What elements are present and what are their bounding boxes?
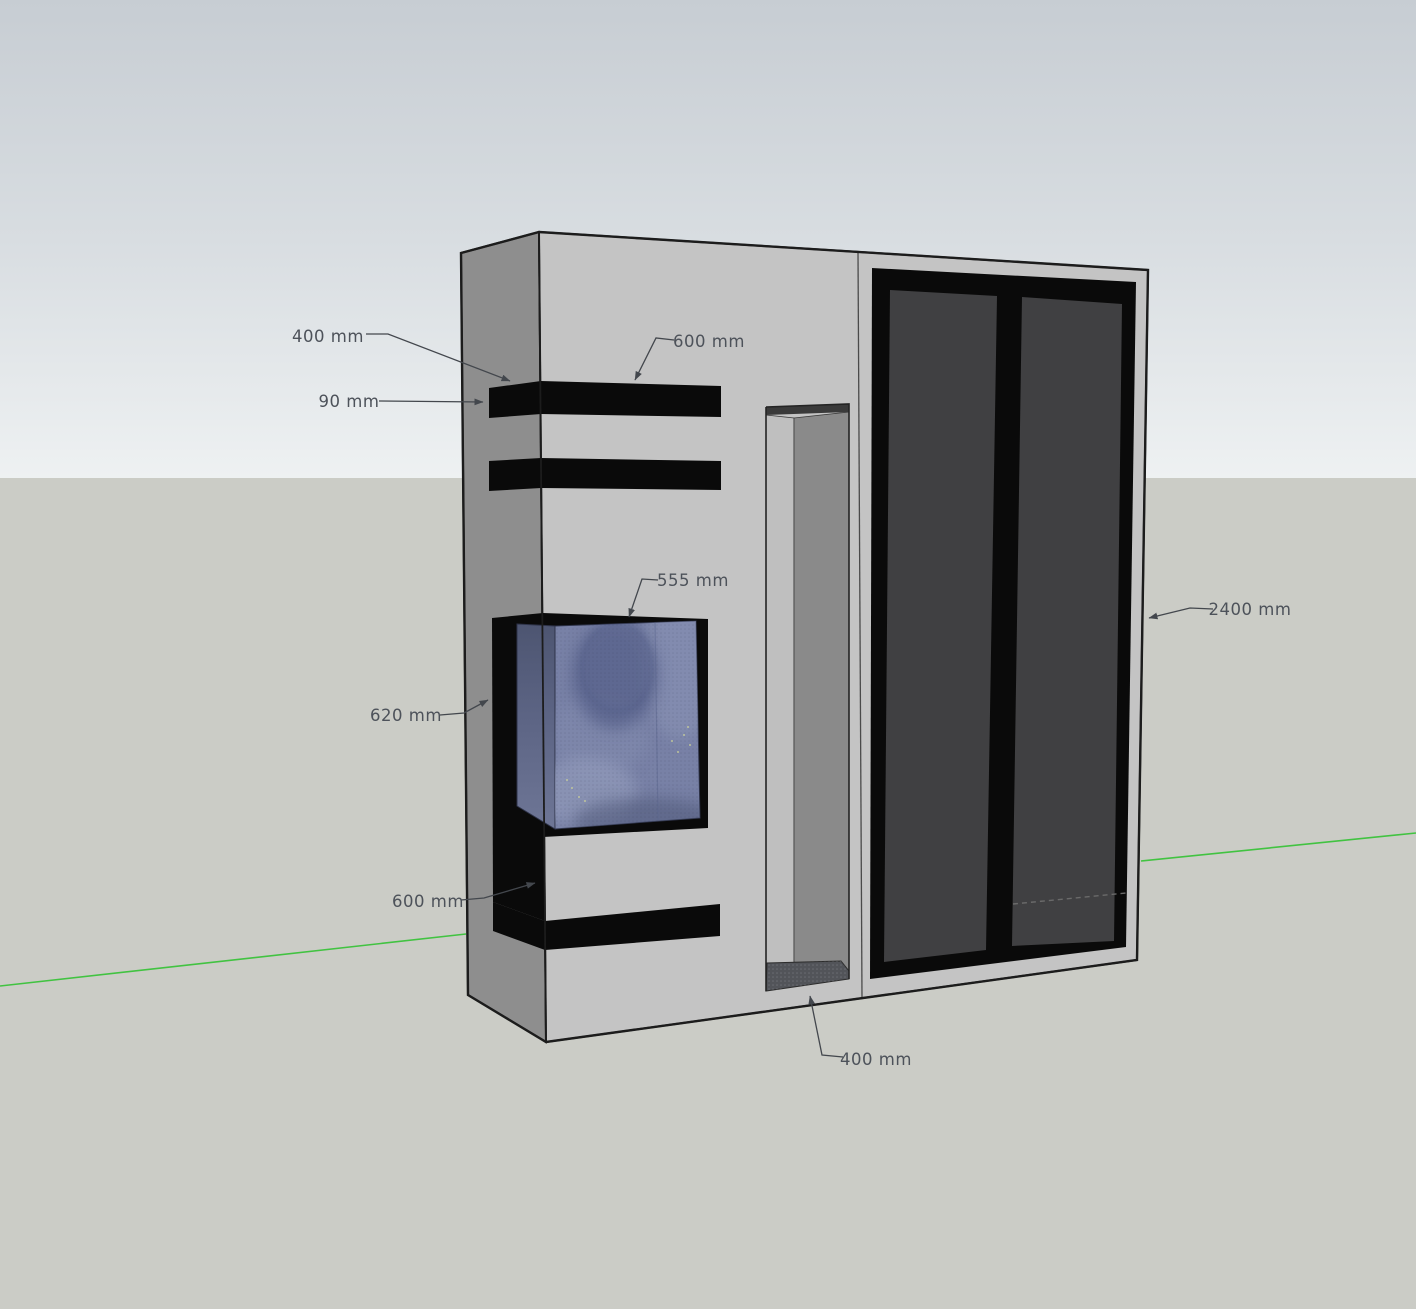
glass-box-reflections <box>533 590 723 846</box>
recess-back-wall[interactable] <box>794 412 849 977</box>
shelf-top[interactable] <box>489 381 721 418</box>
vertical-recess[interactable] <box>766 404 849 991</box>
dimension-label: 620 mm <box>370 706 442 725</box>
dimension-label: 600 mm <box>673 332 745 351</box>
dimension-label: 400 mm <box>840 1050 912 1069</box>
cabinet-unit[interactable] <box>461 232 1148 1042</box>
recess-left-wall[interactable] <box>766 415 794 991</box>
dimension-label: 90 mm <box>319 392 380 411</box>
door-panel-right[interactable] <box>1012 297 1122 946</box>
model-viewport[interactable]: 400 mm 90 mm 600 mm 555 mm 620 mm 2400 m… <box>0 0 1416 1309</box>
dimension-label: 2400 mm <box>1209 600 1292 619</box>
dimension-label: 600 mm <box>392 892 464 911</box>
dimension-label: 555 mm <box>657 571 729 590</box>
glass-box[interactable] <box>517 590 723 846</box>
viewport-canvas[interactable]: 400 mm 90 mm 600 mm 555 mm 620 mm 2400 m… <box>0 0 1416 1309</box>
door-panel-left[interactable] <box>884 290 997 962</box>
shelf-middle[interactable] <box>489 458 721 491</box>
dimension-label: 400 mm <box>292 327 364 346</box>
door-section[interactable] <box>870 268 1136 979</box>
glass-box-side-face[interactable] <box>517 624 555 829</box>
